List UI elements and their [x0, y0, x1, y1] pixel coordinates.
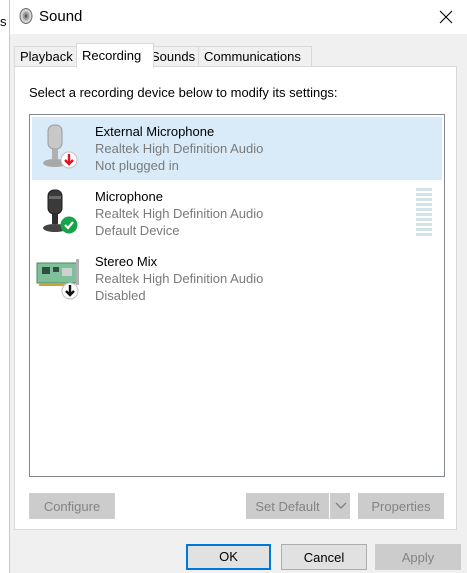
tab-recording[interactable]: Recording [76, 43, 154, 68]
ok-button[interactable]: OK [186, 544, 271, 570]
set-default-button[interactable]: Set Default [246, 493, 329, 519]
speaker-icon [19, 8, 33, 24]
tab-playback[interactable]: Playback [14, 46, 82, 67]
recording-panel: Select a recording device below to modif… [14, 66, 457, 530]
sound-card-icon [36, 259, 79, 300]
level-meter [416, 188, 432, 240]
close-button[interactable] [431, 4, 461, 30]
device-driver: Realtek High Definition Audio [95, 271, 264, 286]
close-icon [439, 10, 453, 24]
device-item-external-microphone[interactable]: External Microphone Realtek High Definit… [32, 117, 442, 180]
device-name: Microphone [95, 189, 163, 204]
instruction-text: Select a recording device below to modif… [29, 85, 338, 100]
device-status: Default Device [95, 223, 180, 238]
device-list: External Microphone Realtek High Definit… [29, 114, 445, 477]
device-name: External Microphone [95, 124, 215, 139]
device-item-microphone[interactable]: Microphone Realtek High Definition Audio… [32, 182, 442, 245]
tab-communications[interactable]: Communications [198, 46, 312, 67]
microphone-icon [43, 189, 78, 234]
device-driver: Realtek High Definition Audio [95, 141, 264, 156]
properties-button[interactable]: Properties [358, 493, 444, 519]
set-default-dropdown[interactable] [330, 493, 350, 519]
window-title: Sound [39, 8, 83, 25]
device-status: Not plugged in [95, 158, 179, 173]
title-bar: Sound [10, 0, 467, 34]
device-item-stereo-mix[interactable]: Stereo Mix Realtek High Definition Audio… [32, 247, 442, 310]
device-driver: Realtek High Definition Audio [95, 206, 264, 221]
chevron-down-icon [335, 502, 347, 509]
cancel-button[interactable]: Cancel [281, 544, 367, 570]
apply-button[interactable]: Apply [375, 544, 461, 570]
microphone-icon [43, 124, 78, 169]
background-window-edge: s [0, 0, 10, 573]
device-status: Disabled [95, 288, 146, 303]
device-name: Stereo Mix [95, 254, 158, 269]
background-window-text: s [0, 14, 7, 29]
configure-button[interactable]: Configure [29, 493, 115, 519]
